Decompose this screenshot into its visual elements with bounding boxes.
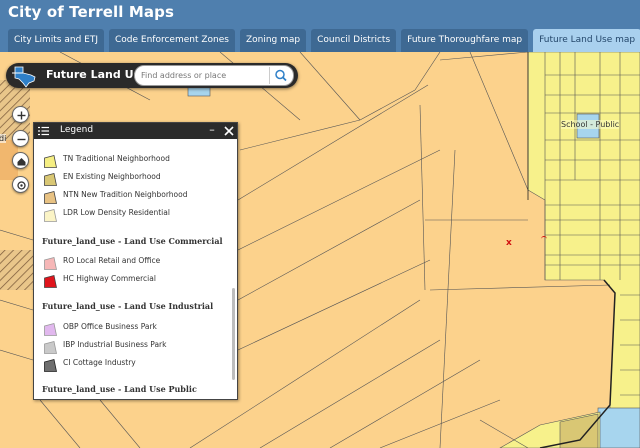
zoom-in-button[interactable]	[12, 106, 29, 123]
legend-swatch	[44, 189, 57, 204]
tab-future-thoroughfare[interactable]: Future Thoroughfare map	[401, 29, 529, 52]
school-public-label: School - Public	[561, 120, 620, 129]
app-header: City of Terrell Maps City Limits and ETJ…	[0, 0, 640, 52]
list-icon[interactable]	[38, 126, 49, 136]
close-icon[interactable]	[223, 125, 235, 137]
legend-swatch	[44, 171, 57, 186]
widget-title: Future Land Use	[46, 68, 148, 81]
map-left-label: di	[0, 134, 7, 143]
legend-swatch	[44, 357, 57, 372]
plus-icon	[17, 111, 26, 120]
search-icon	[275, 69, 287, 82]
search-button[interactable]	[269, 67, 291, 84]
map-marker-small	[541, 236, 547, 242]
legend-heading-commercial: Future_land_use - Land Use Commercial	[42, 236, 223, 246]
search-box	[134, 65, 294, 86]
app-title: City of Terrell Maps	[8, 3, 174, 21]
legend-heading-public: Future_land_use - Land Use Public	[42, 384, 197, 394]
legend-scrollbar[interactable]	[232, 288, 235, 380]
legend-body[interactable]: TN Traditional Neighborhood EN Existing …	[34, 139, 232, 399]
public-parcel	[597, 407, 640, 448]
legend-swatch	[44, 153, 57, 168]
search-input[interactable]	[141, 68, 269, 83]
texas-state-icon	[9, 63, 41, 88]
legend-label: CI Cottage Industry	[63, 358, 136, 367]
legend-label: IBP Industrial Business Park	[63, 340, 167, 349]
legend-label: HC Highway Commercial	[63, 274, 156, 283]
tab-city-limits[interactable]: City Limits and ETJ	[8, 29, 104, 52]
map-marker: x	[506, 238, 512, 248]
locate-button[interactable]	[12, 176, 29, 193]
legend-swatch	[44, 255, 57, 270]
tab-future-land-use[interactable]: Future Land Use map	[533, 29, 640, 52]
tab-zoning-map[interactable]: Zoning map	[239, 29, 307, 52]
hatched-parcel	[0, 250, 34, 290]
legend-heading-industrial: Future_land_use - Land Use Industrial	[42, 301, 214, 311]
widget-banner: Future Land Use	[6, 63, 298, 88]
minus-icon	[17, 138, 26, 141]
home-button[interactable]	[12, 152, 29, 169]
legend-swatch	[44, 321, 57, 336]
legend-label: LDR Low Density Residential	[63, 208, 170, 217]
tab-bar: City Limits and ETJ Code Enforcement Zon…	[8, 29, 640, 52]
legend-label: EN Existing Neighborhood	[63, 172, 161, 181]
legend-label: OBP Office Business Park	[63, 322, 157, 331]
legend-header: Legend –	[34, 123, 237, 139]
legend-label: NTN New Tradition Neighborhood	[63, 190, 188, 199]
legend-swatch	[44, 207, 57, 222]
legend-minimize-button[interactable]: –	[207, 124, 217, 138]
legend-panel: Legend – TN Traditional Neighborhood EN …	[33, 122, 238, 400]
legend-swatch	[44, 339, 57, 354]
legend-label: TN Traditional Neighborhood	[63, 154, 170, 163]
legend-swatch	[44, 273, 57, 288]
legend-label: RO Local Retail and Office	[63, 256, 161, 265]
tab-code-enforcement[interactable]: Code Enforcement Zones	[109, 29, 235, 52]
locate-icon	[17, 181, 26, 190]
zoom-out-button[interactable]	[12, 130, 29, 147]
home-icon	[17, 158, 26, 166]
legend-title: Legend	[60, 125, 94, 135]
tab-council-districts[interactable]: Council Districts	[311, 29, 397, 52]
